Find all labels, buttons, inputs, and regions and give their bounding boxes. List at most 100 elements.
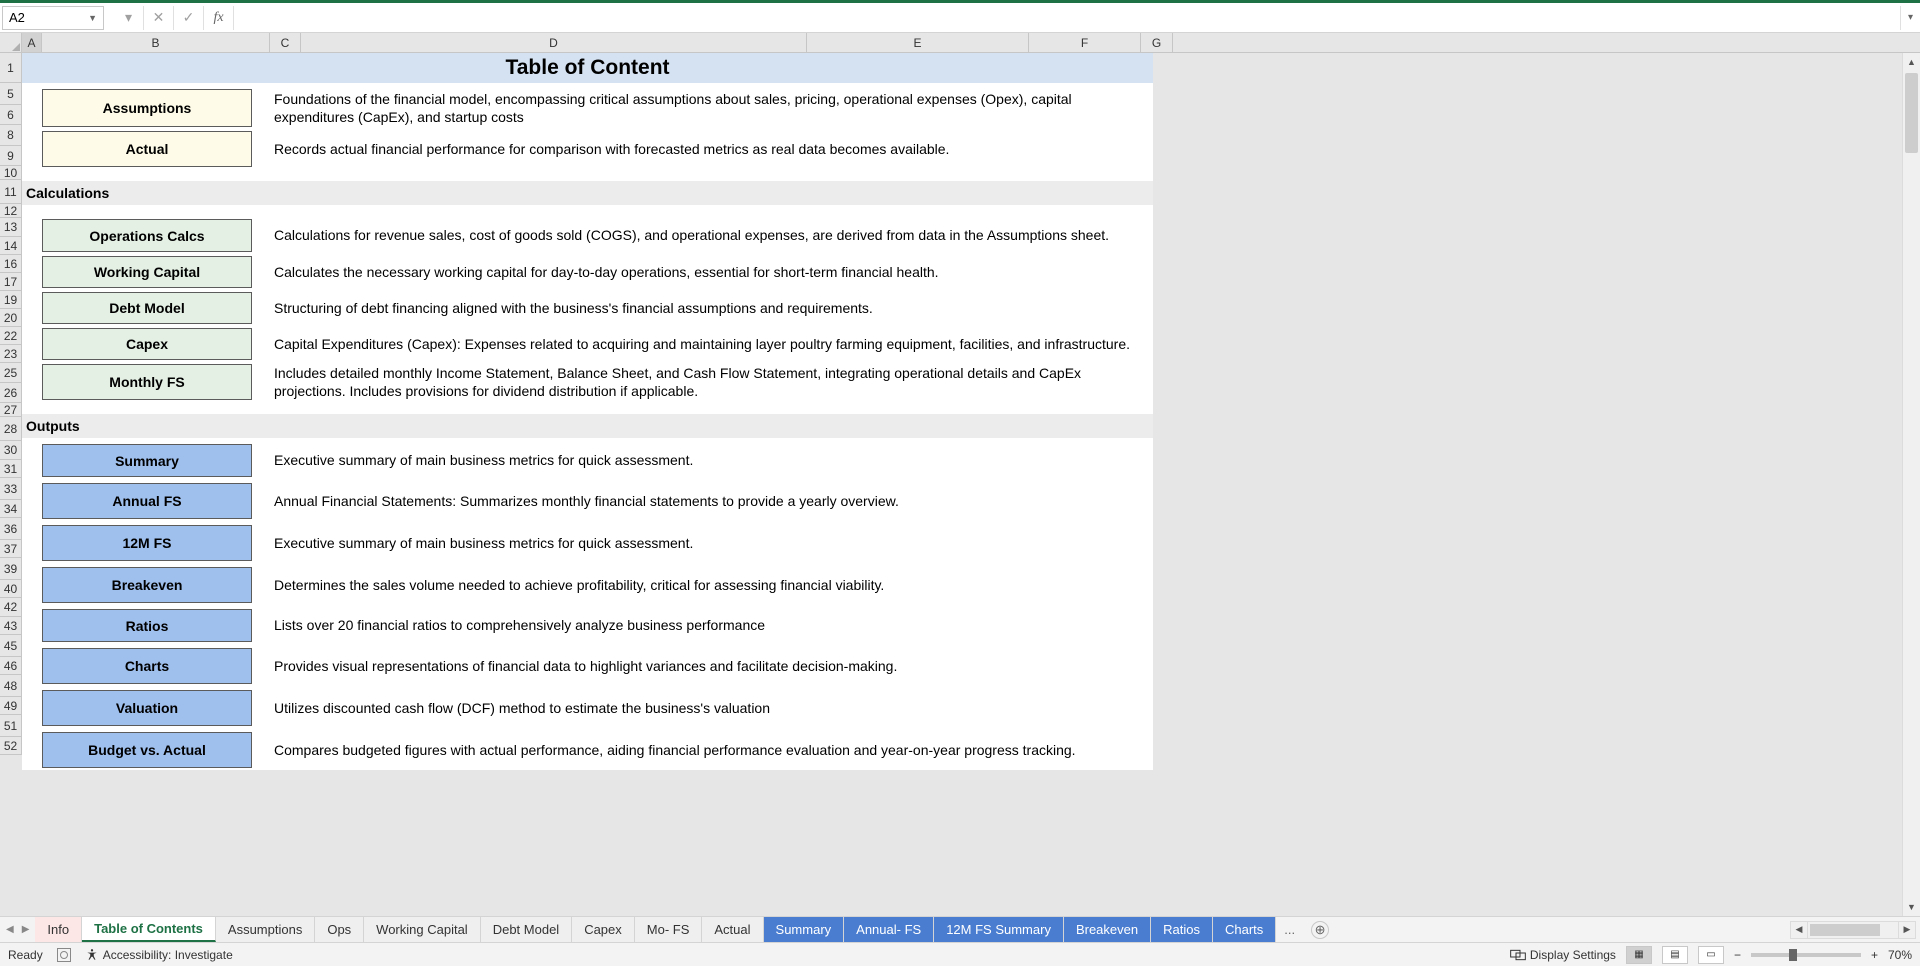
sheet-tab-annual-fs[interactable]: Annual- FS [844,917,934,942]
row-header-52[interactable]: 52 [0,737,22,755]
sheet-tab-debt-model[interactable]: Debt Model [481,917,572,942]
row-header-28[interactable]: 28 [0,417,22,441]
toc-tile-assumptions[interactable]: Assumptions [42,89,252,127]
row-header-25[interactable]: 25 [0,363,22,383]
sheet-tab-12m-fs-summary[interactable]: 12M FS Summary [934,917,1064,942]
row-header-26[interactable]: 26 [0,383,22,403]
row-header-37[interactable]: 37 [0,540,22,558]
row-header-42[interactable]: 42 [0,598,22,617]
vertical-scrollbar[interactable]: ▲ ▼ [1902,53,1920,916]
toc-tile-summary[interactable]: Summary [42,444,252,477]
sheet-tab-mo-fs[interactable]: Mo- FS [635,917,703,942]
hscroll-left-icon[interactable]: ◀ [1790,921,1808,939]
sheet-tab-actual[interactable]: Actual [702,917,763,942]
row-header-6[interactable]: 6 [0,105,22,125]
toc-tile-charts[interactable]: Charts [42,648,252,684]
col-header-a[interactable]: A [22,33,42,52]
toc-tile-actual[interactable]: Actual [42,131,252,167]
row-header-51[interactable]: 51 [0,715,22,737]
row-header-45[interactable]: 45 [0,635,22,657]
row-header-20[interactable]: 20 [0,309,22,327]
normal-view-button[interactable]: ▦ [1626,946,1652,964]
row-header-33[interactable]: 33 [0,478,22,500]
col-header-g[interactable]: G [1141,33,1173,52]
toc-tile-annualfs[interactable]: Annual FS [42,483,252,519]
col-header-c[interactable]: C [270,33,301,52]
col-header-e[interactable]: E [807,33,1029,52]
display-settings-button[interactable]: Display Settings [1510,948,1616,962]
hscroll-thumb[interactable] [1810,924,1880,936]
toc-tile-wcap[interactable]: Working Capital [42,256,252,288]
row-header-39[interactable]: 39 [0,558,22,580]
page-layout-view-button[interactable]: ▤ [1662,946,1688,964]
sheet-tab-ratios[interactable]: Ratios [1151,917,1213,942]
row-header-14[interactable]: 14 [0,237,22,255]
row-header-16[interactable]: 16 [0,255,22,273]
page-break-view-button[interactable]: ▭ [1698,946,1724,964]
row-header-13[interactable]: 13 [0,218,22,237]
scroll-thumb[interactable] [1905,73,1918,153]
sheet-tab-breakeven[interactable]: Breakeven [1064,917,1151,942]
row-header-5[interactable]: 5 [0,83,22,105]
row-header-30[interactable]: 30 [0,441,22,460]
toc-tile-monthlyfs[interactable]: Monthly FS [42,364,252,400]
row-header-40[interactable]: 40 [0,580,22,598]
sheet-tab-ops[interactable]: Ops [315,917,364,942]
tab-nav[interactable]: ◀▶ [0,917,35,942]
cancel-formula-icon[interactable]: ✕ [144,6,174,30]
row-header-8[interactable]: 8 [0,125,22,146]
name-box-dropdown-icon[interactable]: ▼ [88,13,97,23]
toc-tile-opscalcs[interactable]: Operations Calcs [42,219,252,252]
zoom-slider[interactable] [1751,953,1861,957]
row-header-27[interactable]: 27 [0,403,22,417]
sheet-tab-info[interactable]: Info [35,917,82,942]
toc-tile-twelvemfs[interactable]: 12M FS [42,525,252,561]
new-sheet-button[interactable]: ⊕ [1311,921,1329,939]
sheet-tab-charts[interactable]: Charts [1213,917,1276,942]
toc-tile-debt[interactable]: Debt Model [42,292,252,324]
col-header-d[interactable]: D [301,33,807,52]
toc-tile-ratios[interactable]: Ratios [42,609,252,642]
row-header-34[interactable]: 34 [0,500,22,518]
toc-tile-breakeven[interactable]: Breakeven [42,567,252,603]
row-header-1[interactable]: 1 [0,53,22,83]
row-header-23[interactable]: 23 [0,345,22,363]
row-header-19[interactable]: 19 [0,291,22,309]
row-header-10[interactable]: 10 [0,166,22,180]
row-header-46[interactable]: 46 [0,657,22,675]
row-header-31[interactable]: 31 [0,460,22,478]
sheet-tab-working-capital[interactable]: Working Capital [364,917,481,942]
cells-area[interactable]: Table of ContentAssumptionsFoundations o… [22,53,1920,916]
row-header-17[interactable]: 17 [0,273,22,291]
col-header-b[interactable]: B [42,33,270,52]
formula-input[interactable] [238,6,1900,30]
hscroll-right-icon[interactable]: ▶ [1898,921,1916,939]
sheet-tab-capex[interactable]: Capex [572,917,635,942]
scroll-up-icon[interactable]: ▲ [1903,53,1920,71]
toc-tile-bva[interactable]: Budget vs. Actual [42,732,252,768]
sheet-tab-summary[interactable]: Summary [764,917,845,942]
select-all-corner[interactable] [0,33,22,52]
enter-formula-icon[interactable]: ✓ [174,6,204,30]
row-header-22[interactable]: 22 [0,327,22,345]
scroll-down-icon[interactable]: ▼ [1903,898,1920,916]
row-header-43[interactable]: 43 [0,617,22,635]
insert-function-icon[interactable]: fx [204,6,234,30]
formula-expand-icon[interactable]: ▾ [1900,6,1920,30]
zoom-out-button[interactable]: − [1734,948,1741,962]
row-header-36[interactable]: 36 [0,518,22,540]
zoom-in-button[interactable]: + [1871,948,1878,962]
accessibility-button[interactable]: Accessibility: Investigate [85,948,233,962]
row-header-48[interactable]: 48 [0,675,22,697]
row-header-12[interactable]: 12 [0,204,22,218]
sheet-tab-assumptions[interactable]: Assumptions [216,917,315,942]
row-header-11[interactable]: 11 [0,180,22,204]
chevron-down-icon[interactable]: ▾ [114,6,144,30]
toc-tile-valuation[interactable]: Valuation [42,690,252,726]
row-header-9[interactable]: 9 [0,146,22,166]
name-box[interactable]: A2 ▼ [2,6,104,30]
tabs-overflow[interactable]: ... [1276,917,1303,942]
horizontal-scrollbar[interactable]: ◀ ▶ [1337,917,1920,942]
sheet-tab-table-of-contents[interactable]: Table of Contents [82,917,216,942]
macro-record-icon[interactable] [57,948,71,962]
